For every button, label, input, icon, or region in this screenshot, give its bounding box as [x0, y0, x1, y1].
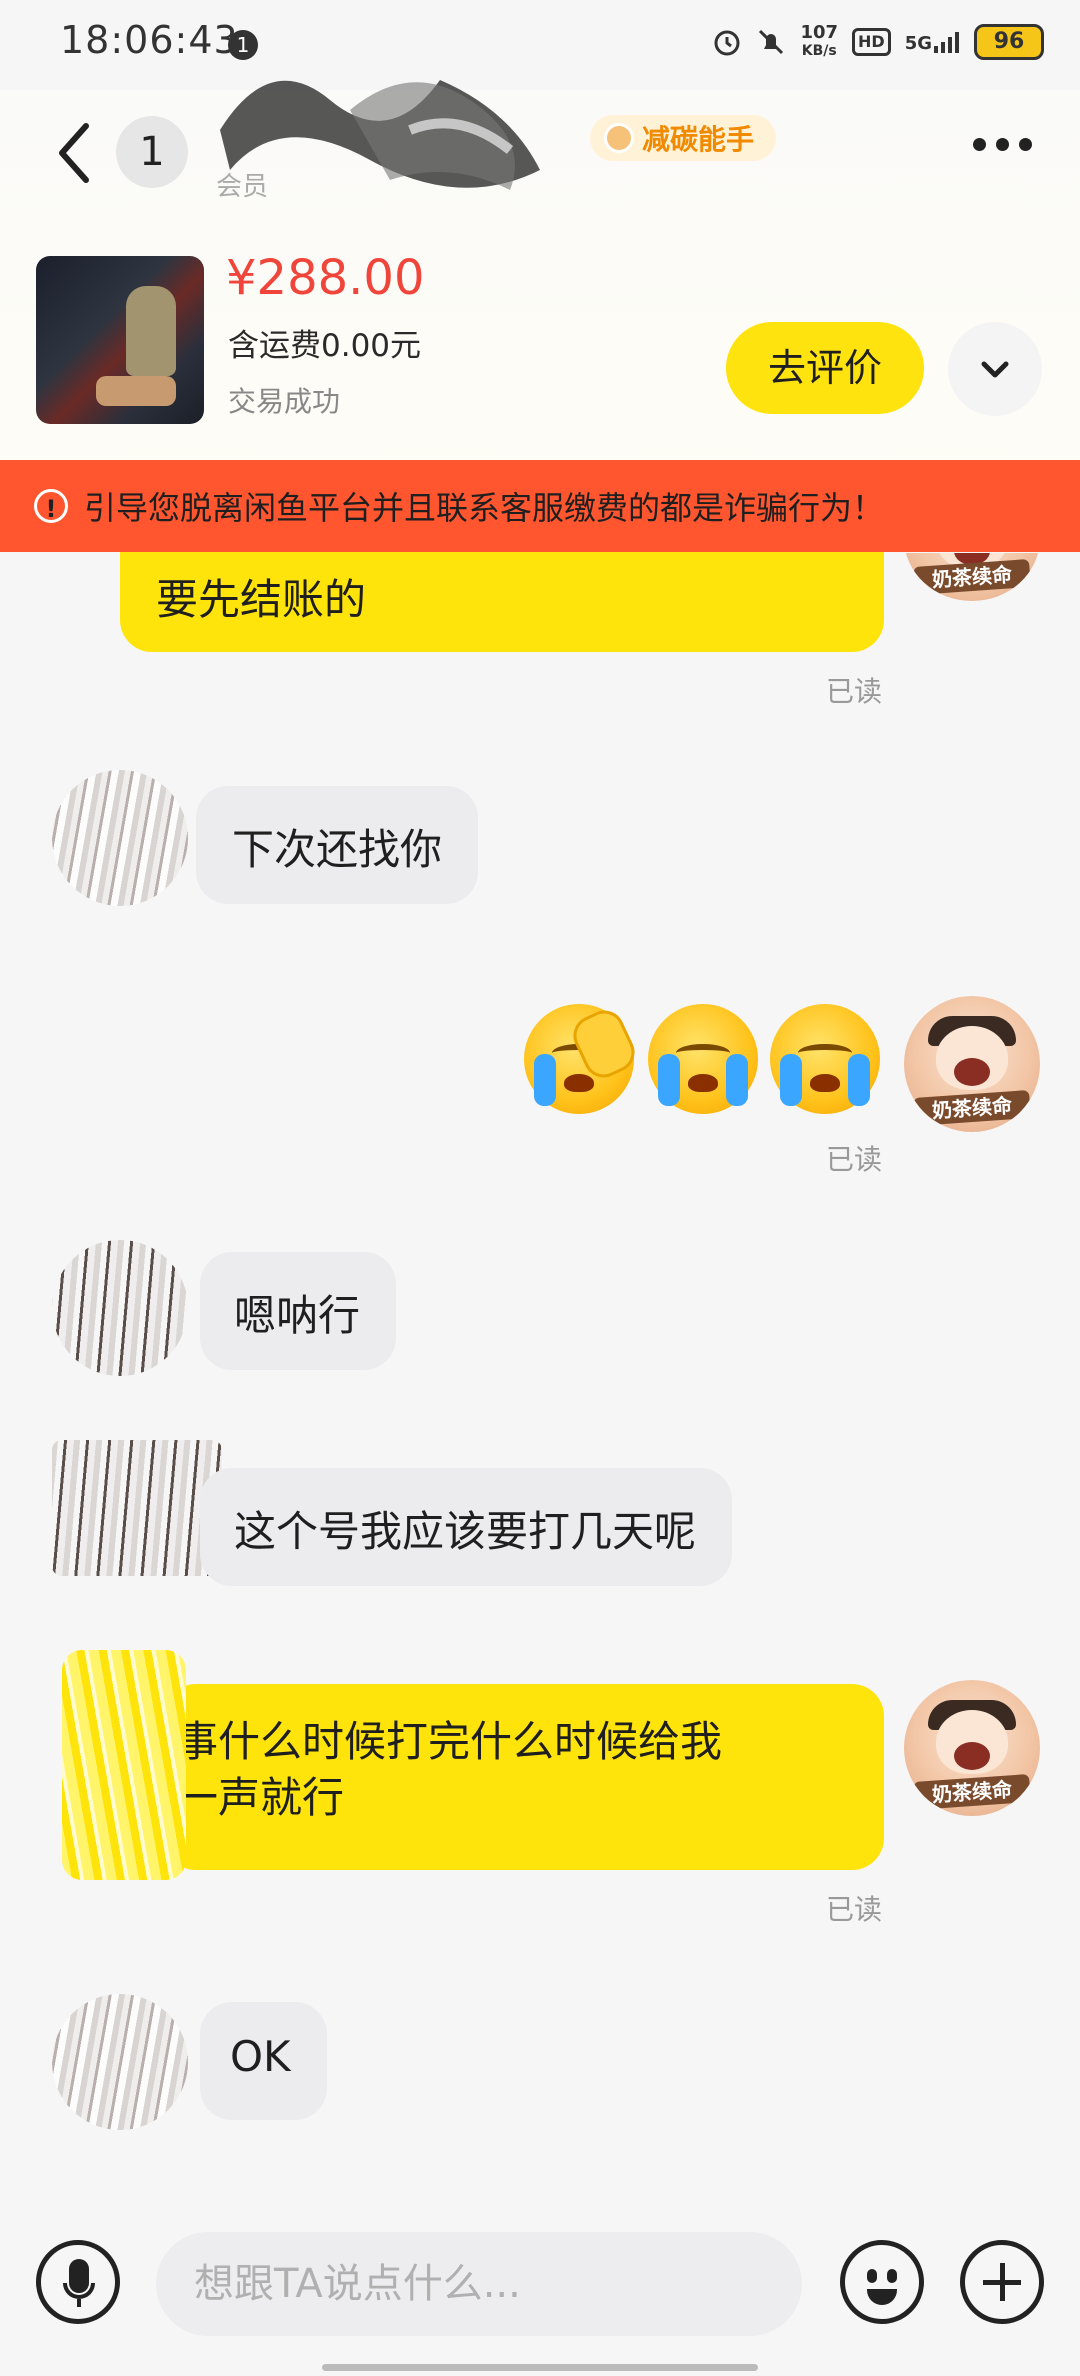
voice-input-button[interactable] [36, 2240, 120, 2324]
expand-button[interactable] [948, 322, 1042, 416]
battery-indicator: 96 [974, 24, 1044, 60]
alarm-icon [714, 30, 740, 56]
message-bubble-incoming[interactable]: 这个号我应该要打几天呢 [200, 1468, 733, 1586]
read-receipt: 已读 [826, 1143, 883, 1176]
message-bubble-outgoing[interactable]: 事什么时候打完什么时候给我 一声就行 [164, 1684, 884, 1870]
read-receipt: 已读 [826, 1893, 883, 1926]
contact-avatar[interactable] [52, 1440, 222, 1576]
review-button[interactable]: 去评价 [726, 322, 924, 414]
more-options-button[interactable] [973, 138, 1032, 151]
unread-count-badge[interactable]: 1 [116, 116, 188, 188]
home-indicator[interactable] [322, 2364, 758, 2371]
network-indicator: 5G [905, 31, 960, 53]
product-price: ¥288.00 [226, 250, 425, 306]
hd-badge: HD [852, 28, 891, 56]
product-thumbnail[interactable] [36, 256, 204, 424]
facepalm-cry-emoji[interactable] [524, 1004, 642, 1114]
my-avatar[interactable]: 奶茶续命 [904, 1680, 1040, 1816]
carbon-badge[interactable]: 减碳能手 [590, 115, 777, 161]
message-input[interactable] [156, 2232, 802, 2336]
crying-emoji[interactable] [648, 1004, 758, 1114]
crying-emoji[interactable] [770, 1004, 880, 1114]
message-bubble-incoming[interactable]: 嗯呐行 [200, 1252, 397, 1370]
read-receipt: 已读 [826, 675, 883, 708]
chevron-down-icon [981, 361, 1009, 378]
my-avatar[interactable]: 奶茶续命 [904, 996, 1040, 1132]
back-button[interactable] [50, 118, 100, 188]
message-bubble-incoming[interactable]: OK [200, 2002, 327, 2120]
shipping-fee: 含运费0.00元 [228, 328, 422, 364]
redaction-scribble [62, 1650, 186, 1880]
chevron-left-icon [59, 123, 89, 183]
leaf-icon [604, 123, 634, 153]
net-speed: 107 KB/s [800, 22, 839, 60]
more-dots-icon [973, 138, 986, 151]
signal-icon [934, 32, 959, 53]
fraud-warning-banner-overlay: ! 引导您脱离闲鱼平台并且联系客服缴费的都是诈骗行为！ [0, 460, 1080, 552]
contact-avatar[interactable] [52, 1240, 188, 1376]
emoji-button[interactable] [840, 2240, 924, 2324]
contact-avatar[interactable] [52, 1994, 188, 2130]
deal-status: 交易成功 [228, 385, 341, 418]
user-subtitle: 会员 [216, 172, 269, 202]
mute-icon [759, 29, 784, 55]
more-actions-button[interactable] [960, 2240, 1044, 2324]
status-icons: 107 KB/s HD 5G 96 [712, 20, 1044, 64]
contact-avatar[interactable] [52, 770, 188, 906]
alert-icon: ! [34, 489, 68, 523]
message-bubble-incoming[interactable]: 下次还找你 [196, 786, 479, 904]
